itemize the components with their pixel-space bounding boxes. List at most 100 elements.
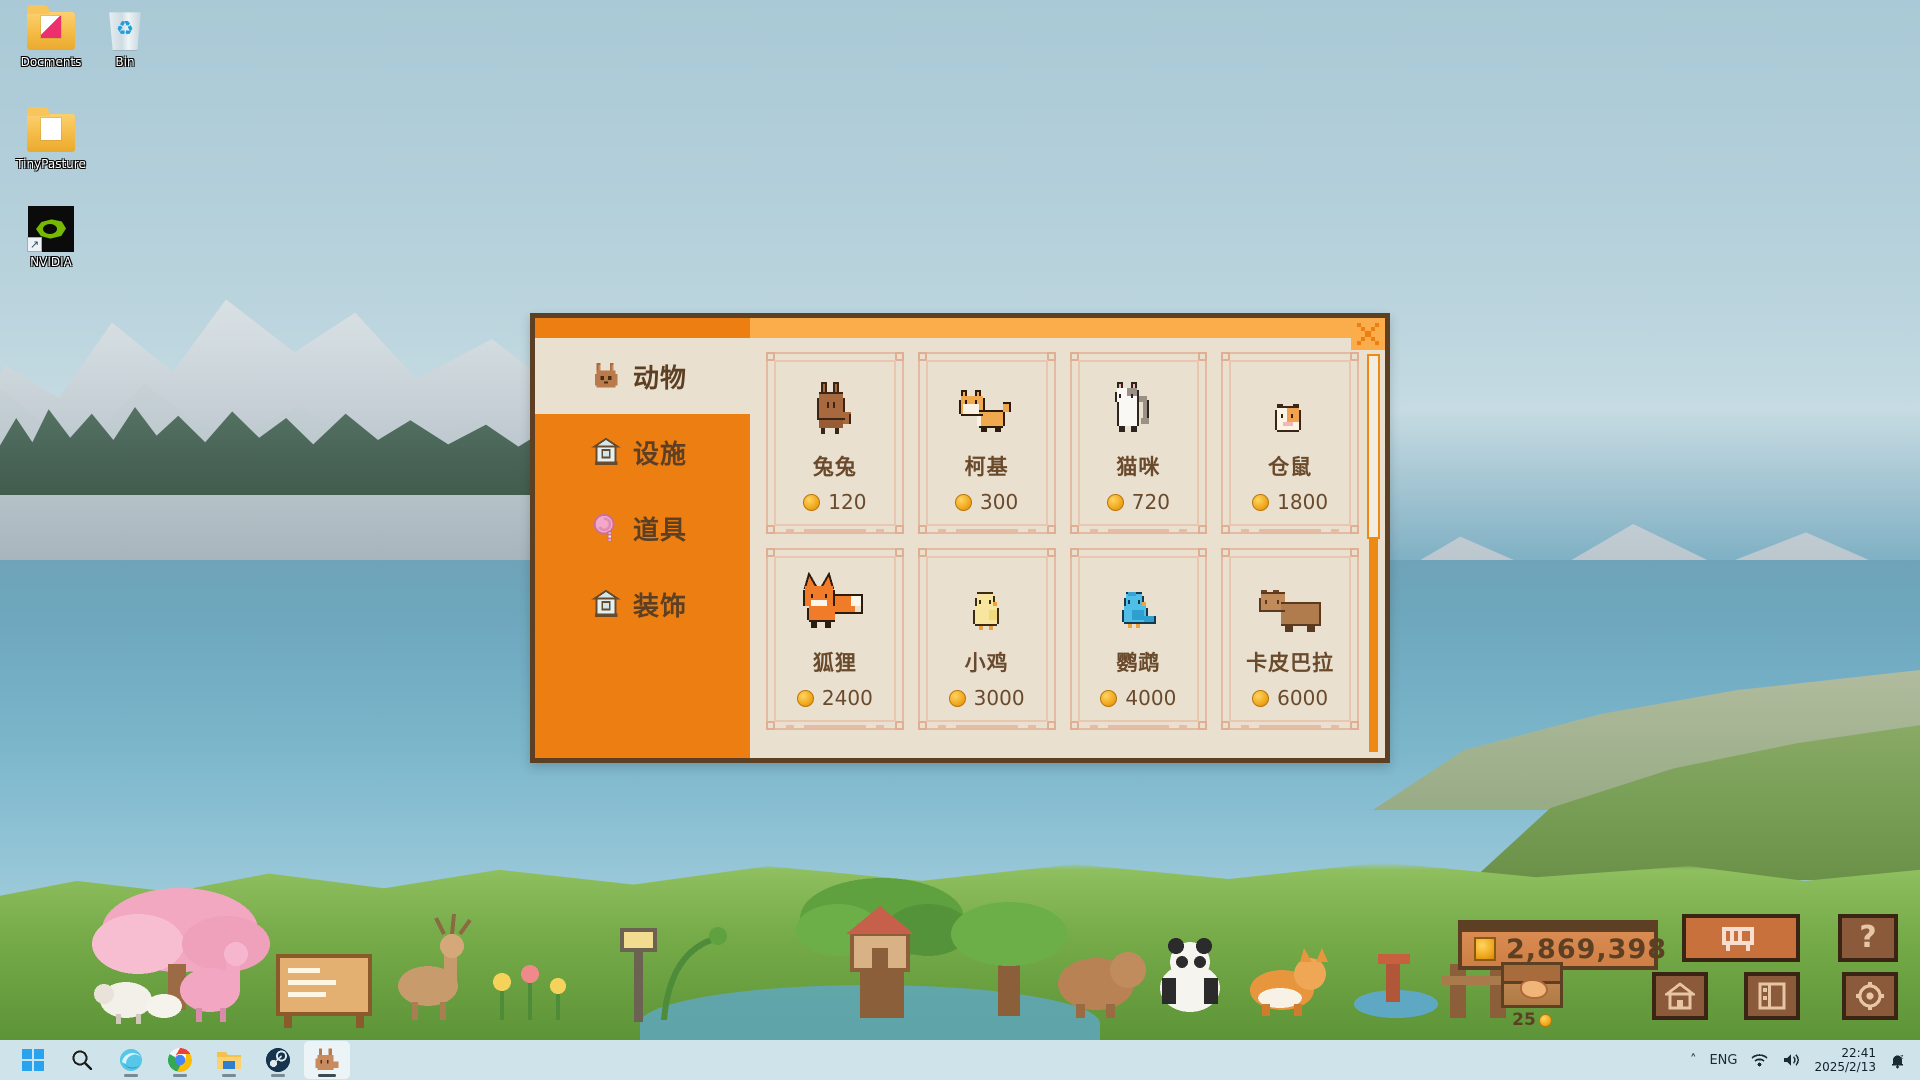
sidebar-item-label: 动物 [633,363,688,394]
lollipop-icon [591,513,621,543]
system-tray: ˄ ENG 22:41 2025/2/13 z [1690,1040,1912,1080]
chest-counter[interactable]: 25 [1494,962,1570,1034]
shop-item-name: 狐狸 [812,651,857,675]
shop-item-name: 卡皮巴拉 [1246,651,1335,675]
shop-item-price: 2400 [796,686,873,710]
start-button[interactable] [10,1041,56,1079]
sidebar-item-items[interactable]: 道具 [535,490,750,566]
shop-item-grid: 兔兔 120 柯基 300 猫咪 720 仓鼠 1800 狐狸 2400 小鸡 … [750,338,1385,758]
desktop-icon-label: TinyPasture [16,157,86,171]
shop-item-card-parrot[interactable]: 鹦鹉 4000 [1069,548,1208,730]
shop-grid-row: 兔兔 120 柯基 300 猫咪 720 仓鼠 1800 [766,352,1359,534]
card-ground-line [937,725,1036,728]
wallpaper-forest [0,407,540,495]
svg-text:z: z [1900,1054,1904,1061]
sidebar-item-label: 装饰 [633,591,688,622]
steam-button[interactable] [255,1041,301,1079]
chest-icon [1501,962,1563,1008]
rabbit-icon [315,1048,339,1070]
coin-icon [1252,689,1270,707]
coin-panel-hanger [1458,920,1658,928]
home-icon [1665,982,1695,1010]
shop-item-name: 猫咪 [1116,455,1161,479]
speaker-icon[interactable] [1782,1052,1801,1068]
sidebar-item-facilities[interactable]: 设施 [535,414,750,490]
building-icon [591,437,621,467]
desktop-icon-tinypasture[interactable]: TinyPasture [8,107,94,171]
cat-sprite [1072,354,1206,440]
tray-language-indicator[interactable]: ENG [1709,1053,1737,1068]
price-value: 720 [1131,490,1170,514]
sidebar-item-label: 道具 [633,515,688,546]
card-ground-line [1241,725,1339,728]
search-icon [72,1050,93,1071]
coin-icon [803,493,821,511]
shop-item-card-chick[interactable]: 小鸡 3000 [917,548,1056,730]
price-value: 3000 [973,686,1025,710]
chest-count-label: 25 [1512,1010,1552,1030]
chrome-button[interactable] [157,1041,203,1079]
title-bar-right-segment [750,318,1385,338]
journal-icon [1758,982,1786,1010]
shop-item-card-rabbit[interactable]: 兔兔 120 [766,352,904,534]
shop-item-card-hamster[interactable]: 仓鼠 1800 [1221,352,1359,534]
wifi-icon[interactable] [1750,1052,1769,1068]
card-ground-line [1089,725,1188,728]
shop-title-bar[interactable] [535,318,1385,338]
card-ground-line [1089,529,1188,532]
scrollbar-thumb[interactable] [1367,354,1380,539]
folder-icon [27,107,75,154]
edge-button[interactable] [108,1041,154,1079]
shop-item-card-corgi[interactable]: 柯基 300 [917,352,1056,534]
desktop-icon-nvidia[interactable]: ↗ NVIDIA [8,206,94,269]
close-button[interactable] [1351,318,1385,350]
desktop-icon-label: Bin [115,55,135,69]
home-button[interactable] [1652,972,1708,1020]
tinypasture-button[interactable] [304,1041,350,1079]
shop-button[interactable] [1682,914,1800,962]
coin-icon [1538,1013,1552,1027]
shop-item-name: 柯基 [964,455,1009,479]
sidebar-item-animals[interactable]: 动物 [535,338,750,414]
desktop-icon-recycle-bin[interactable]: Bin [82,8,168,69]
nvidia-shortcut-icon: ↗ [27,206,75,252]
shop-item-price: 1800 [1252,490,1328,514]
help-button[interactable]: ? [1838,914,1898,962]
shop-grid-row: 狐狸 2400 小鸡 3000 鹦鹉 4000 卡皮巴拉 6000 [766,548,1359,730]
shop-item-price: 120 [803,490,866,514]
coin-icon [796,689,814,707]
shop-item-price: 3000 [948,686,1025,710]
shop-item-price: 4000 [1100,686,1176,710]
shop-item-card-cat[interactable]: 猫咪 720 [1069,352,1208,534]
coin-icon [1474,937,1496,961]
shop-item-card-capybara[interactable]: 卡皮巴拉 6000 [1221,548,1359,730]
search-button[interactable] [59,1041,105,1079]
game-scene-sprites-right [796,878,1514,1018]
chest-count-value: 25 [1512,1010,1536,1030]
sidebar-item-decorations[interactable]: 装饰 [535,566,750,642]
shortcut-arrow-icon: ↗ [27,237,42,252]
coin-icon [1252,493,1270,511]
bell-icon[interactable]: z [1889,1052,1906,1069]
shop-scrollbar[interactable] [1367,354,1380,752]
clock-date: 2025/2/13 [1814,1060,1876,1074]
coin-icon [1106,493,1124,511]
title-bar-left-segment [535,318,750,338]
journal-button[interactable] [1744,972,1800,1020]
sidebar-item-label: 设施 [633,439,688,470]
clock-time: 22:41 [1841,1046,1876,1060]
shop-item-card-fox[interactable]: 狐狸 2400 [766,548,904,730]
fox-sprite [768,550,902,636]
desktop-icon-label: NVIDIA [30,255,72,269]
taskbar-apps [0,1040,1920,1080]
steam-icon [266,1048,290,1072]
clock[interactable]: 22:41 2025/2/13 [1814,1046,1876,1074]
shop-body: 动物 设施 道具 装饰 兔兔 120 柯基 300 猫咪 720 仓鼠 1800… [535,338,1385,758]
question-mark-icon: ? [1859,920,1877,955]
shop-cart-icon [1722,927,1754,951]
hamster-sprite [1223,354,1357,440]
file-explorer-button[interactable] [206,1041,252,1079]
settings-button[interactable] [1842,972,1898,1020]
card-ground-line [786,725,884,728]
tray-chevron-up-icon[interactable]: ˄ [1690,1053,1697,1068]
